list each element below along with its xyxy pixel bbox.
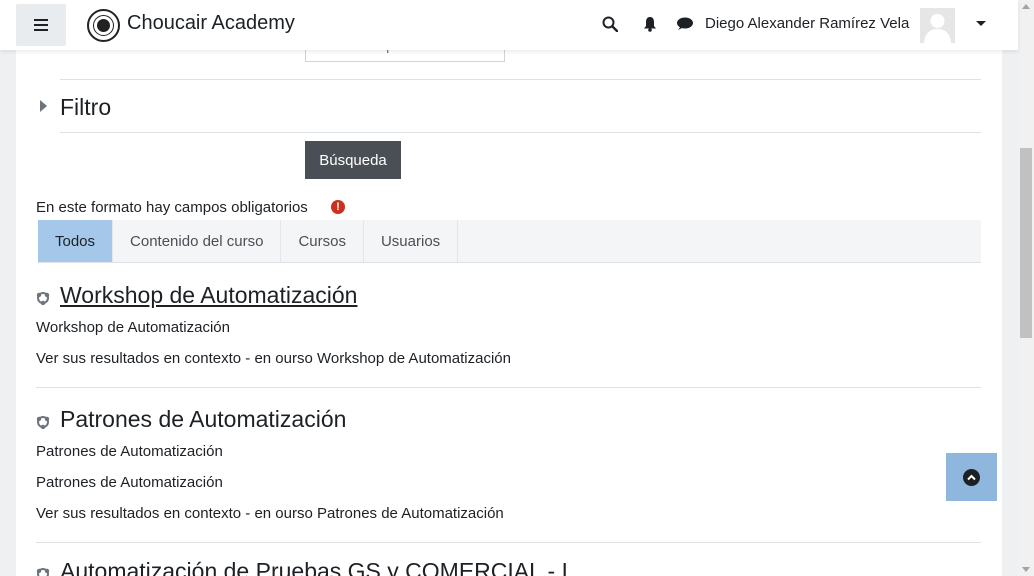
bell-icon[interactable] (640, 14, 660, 34)
top-navbar: Choucair Academy Diego Alexander Ramírez… (0, 0, 1018, 50)
divider (60, 132, 981, 133)
result-title-link[interactable]: Automatización de Pruebas GS y COMERCIAL… (60, 558, 568, 576)
course-icon (36, 292, 50, 305)
back-to-top-button[interactable] (946, 453, 997, 501)
result-title-link[interactable]: Patrones de Automatización (60, 406, 346, 433)
course-icon (36, 416, 50, 429)
menu-icon (34, 19, 48, 31)
page-scrollbar[interactable] (1018, 0, 1034, 576)
search-area-tabs: Todos Contenido del curso Cursos Usuario… (38, 220, 981, 263)
result-title-link[interactable]: Workshop de Automatización (60, 282, 357, 309)
page-gutter-left (0, 0, 16, 576)
site-name[interactable]: Choucair Academy (127, 12, 295, 35)
required-exclamation-icon: ! (331, 200, 345, 214)
scroll-down-icon[interactable] (1022, 567, 1030, 572)
user-name[interactable]: Diego Alexander Ramírez Vela (705, 15, 909, 32)
user-avatar[interactable] (920, 8, 955, 43)
search-icon[interactable] (600, 14, 620, 34)
result-line: Patrones de Automatización (36, 443, 223, 460)
required-fields-note: En este formato hay campos obligatorios (36, 199, 308, 216)
tab-cursos[interactable]: Cursos (281, 220, 364, 262)
course-icon (36, 568, 50, 576)
brand-logo[interactable] (87, 9, 120, 42)
main-content: Workshop de Automatiz Filtro Búsqueda En… (16, 0, 1002, 576)
tab-todos[interactable]: Todos (38, 220, 114, 262)
search-button[interactable]: Búsqueda (305, 141, 401, 179)
divider (36, 387, 981, 388)
filter-heading[interactable]: Filtro (60, 94, 111, 121)
result-context-link[interactable]: Ver sus resultados en contexto - en ours… (36, 505, 504, 522)
chevron-down-icon[interactable] (976, 21, 986, 26)
result-line: Patrones de Automatización (36, 474, 223, 491)
divider (60, 79, 981, 80)
result-line: Workshop de Automatización (36, 319, 230, 336)
tab-usuarios[interactable]: Usuarios (364, 220, 459, 262)
chat-icon[interactable] (675, 14, 695, 34)
result-context-link[interactable]: Ver sus resultados en contexto - en ours… (36, 350, 511, 367)
search-result: Patrones de Automatización Patrones de A… (36, 406, 981, 536)
search-result: Automatización de Pruebas GS y COMERCIAL… (36, 558, 981, 576)
arrow-up-icon (963, 468, 980, 486)
tab-contenido-del-curso[interactable]: Contenido del curso (113, 220, 282, 262)
drawer-toggle-button[interactable] (16, 4, 66, 46)
divider (36, 542, 981, 543)
search-result: Workshop de Automatización Workshop de A… (36, 282, 981, 382)
page-gutter-right (1002, 0, 1018, 576)
scrollbar-thumb[interactable] (1020, 148, 1032, 338)
scroll-up-icon[interactable] (1022, 4, 1030, 9)
expand-filter-icon[interactable] (40, 100, 47, 112)
